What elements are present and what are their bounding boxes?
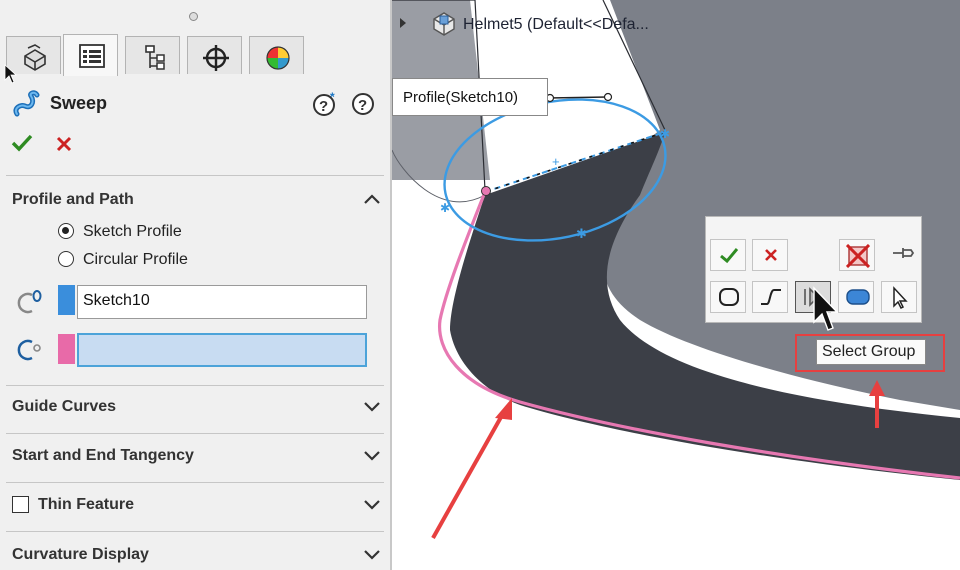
divider	[6, 531, 384, 532]
svg-text:✱: ✱	[576, 226, 587, 241]
section-guide-curves[interactable]: Guide Curves	[12, 398, 116, 416]
radio-circular-profile[interactable]	[58, 251, 74, 267]
mouse-cursor-icon	[4, 64, 18, 84]
svg-text:✱: ✱	[660, 127, 670, 141]
section-profile-and-path[interactable]: Profile and Path	[12, 191, 134, 209]
tree-expand-arrow-icon[interactable]	[398, 17, 408, 29]
path-selection-field[interactable]	[77, 333, 367, 367]
chevron-down-icon[interactable]	[363, 400, 381, 412]
svg-text:?: ?	[358, 97, 367, 114]
profile-callout[interactable]: Profile(Sketch10)	[392, 78, 548, 116]
panel-grip[interactable]	[189, 12, 198, 21]
divider	[6, 433, 384, 434]
ok-checkmark-icon[interactable]	[10, 133, 34, 153]
cancel-icon	[765, 249, 777, 261]
clear-selection-icon	[846, 244, 870, 268]
part-icon	[433, 12, 455, 36]
configuration-manager-icon	[145, 45, 165, 70]
svg-text:?: ?	[319, 98, 328, 115]
divider	[6, 175, 384, 176]
tab-property-manager[interactable]	[63, 34, 118, 76]
tab-display-manager[interactable]	[249, 36, 304, 74]
select-region-icon	[846, 289, 870, 305]
select-group-tooltip: Select Group	[816, 339, 926, 365]
divider	[6, 482, 384, 483]
mouse-cursor-icon	[813, 286, 838, 331]
feature-title: Sweep	[50, 93, 108, 113]
section-thin-feature[interactable]: Thin Feature	[38, 496, 134, 514]
section-curvature-display[interactable]: Curvature Display	[12, 546, 149, 564]
pin-icon[interactable]	[891, 245, 917, 261]
chevron-up-icon[interactable]	[363, 193, 381, 205]
toolbar-select-region-button[interactable]	[838, 281, 874, 313]
breadcrumb[interactable]: Helmet5 (Default<<Defa...	[463, 16, 649, 34]
svg-text:✱: ✱	[440, 201, 450, 215]
toolbar-select-pointer-button[interactable]	[881, 281, 917, 313]
radio-label-sketch-profile: Sketch Profile	[83, 223, 182, 240]
toolbar-ok-button[interactable]	[710, 239, 746, 271]
select-open-loop-icon	[761, 289, 781, 305]
sweep-feature-icon	[13, 90, 40, 117]
tab-configuration-manager[interactable]	[125, 36, 180, 74]
divider	[6, 385, 384, 386]
property-manager-icon	[79, 44, 105, 68]
display-manager-icon	[266, 46, 290, 70]
thin-feature-checkbox[interactable]	[12, 496, 29, 513]
ok-icon	[720, 248, 739, 264]
toolbar-cancel-button[interactable]	[752, 239, 788, 271]
toolbar-select-open-loop-button[interactable]	[752, 281, 788, 313]
select-pointer-icon	[893, 286, 908, 310]
toolbar-clear-selection-button[interactable]	[839, 239, 875, 271]
svg-text:*: *	[330, 91, 335, 104]
radio-label-circular-profile: Circular Profile	[83, 251, 188, 268]
path-selection-icon	[17, 339, 41, 361]
tab-dimxpert-manager[interactable]	[187, 36, 242, 74]
property-manager-panel: Sweep ? * ? Profile and Path Sketch Profi…	[0, 0, 392, 570]
manager-tabs	[0, 34, 390, 76]
profile-selection-field[interactable]: Sketch10	[77, 285, 367, 319]
profile-color-swatch	[58, 285, 75, 315]
radio-sketch-profile[interactable]	[58, 223, 74, 239]
cancel-x-icon[interactable]	[55, 135, 73, 153]
chevron-down-icon[interactable]	[363, 548, 381, 560]
path-color-swatch	[58, 334, 75, 364]
toolbar-select-closed-loop-button[interactable]	[710, 281, 746, 313]
profile-selection-icon	[17, 290, 42, 314]
chevron-down-icon[interactable]	[363, 498, 381, 510]
svg-text:+: +	[552, 154, 560, 169]
chevron-down-icon[interactable]	[363, 449, 381, 461]
section-start-end-tangency[interactable]: Start and End Tangency	[12, 447, 194, 465]
whats-wrong-help-icon[interactable]: ?*	[312, 91, 340, 117]
dimxpert-manager-icon	[203, 45, 229, 71]
help-icon[interactable]: ?	[351, 92, 375, 116]
select-closed-loop-icon	[719, 288, 739, 306]
feature-manager-icon	[24, 44, 46, 71]
